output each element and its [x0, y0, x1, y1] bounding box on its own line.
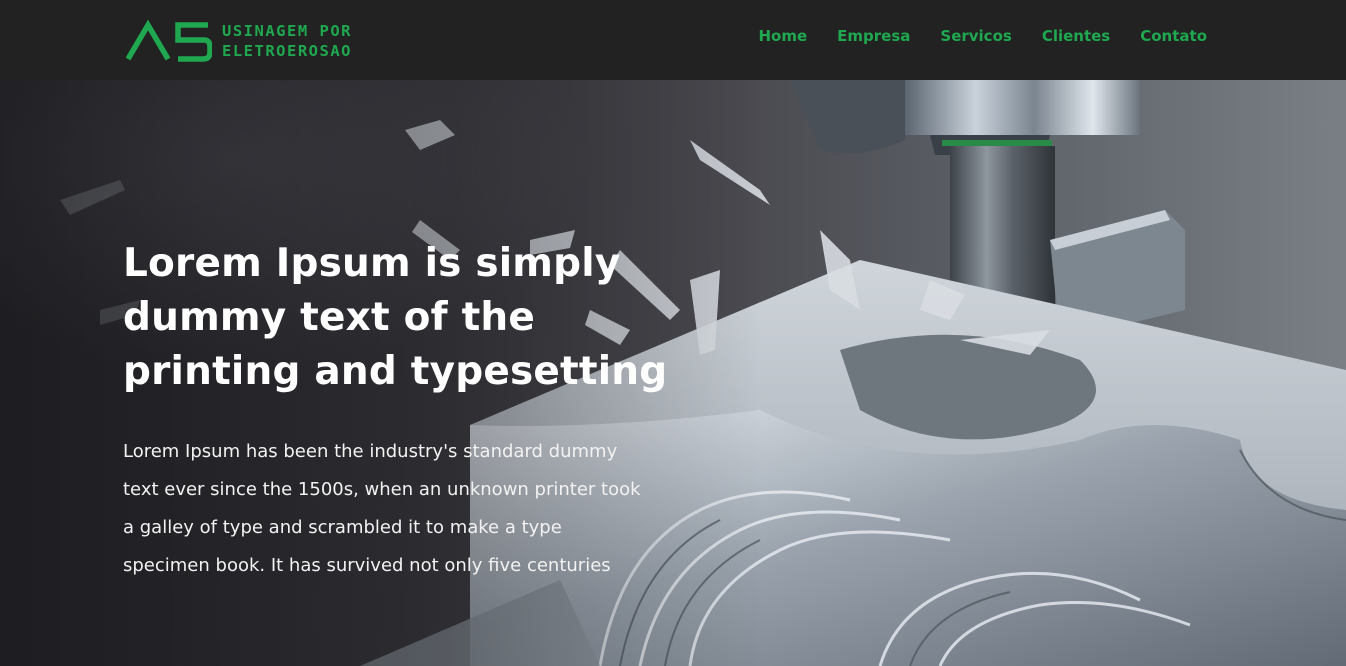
brand-name: USINAGEM POR ELETROEROSAO — [222, 21, 352, 61]
hero-description: Lorem Ipsum has been the industry's stan… — [123, 433, 679, 585]
hero-text-line: Lorem Ipsum has been the industry's stan… — [123, 441, 618, 462]
brand-line-1: USINAGEM POR — [222, 22, 352, 40]
hero-title: Lorem Ipsum is simply dummy text of the … — [123, 237, 683, 399]
nav-home-link[interactable]: Home — [758, 27, 807, 45]
nav-contato-link[interactable]: Contato — [1140, 27, 1207, 45]
nav-empresa-link[interactable]: Empresa — [837, 27, 910, 45]
nav-clientes-link[interactable]: Clientes — [1042, 27, 1110, 45]
brand-line-2: ELETROEROSAO — [222, 42, 352, 60]
nav-servicos-link[interactable]: Servicos — [940, 27, 1011, 45]
main-nav: Home Empresa Servicos Clientes Contato — [758, 27, 1207, 45]
hero-section: Lorem Ipsum is simply dummy text of the … — [0, 80, 1346, 666]
hero-text-line: text ever since the 1500s, when an unkno… — [123, 479, 641, 500]
navbar: USINAGEM POR ELETROEROSAO Home Empresa S… — [0, 0, 1346, 80]
hero-title-line: printing and typesetting — [123, 349, 668, 394]
a5-logo-icon — [126, 19, 212, 62]
hero-text-line: specimen book. It has survived not only … — [123, 555, 611, 576]
brand-logo[interactable]: USINAGEM POR ELETROEROSAO — [126, 18, 396, 64]
hero-title-line: Lorem Ipsum is simply — [123, 241, 621, 286]
hero-text-line: a galley of type and scrambled it to mak… — [123, 517, 562, 538]
hero-content: Lorem Ipsum is simply dummy text of the … — [123, 237, 683, 585]
hero-title-line: dummy text of the — [123, 295, 536, 340]
